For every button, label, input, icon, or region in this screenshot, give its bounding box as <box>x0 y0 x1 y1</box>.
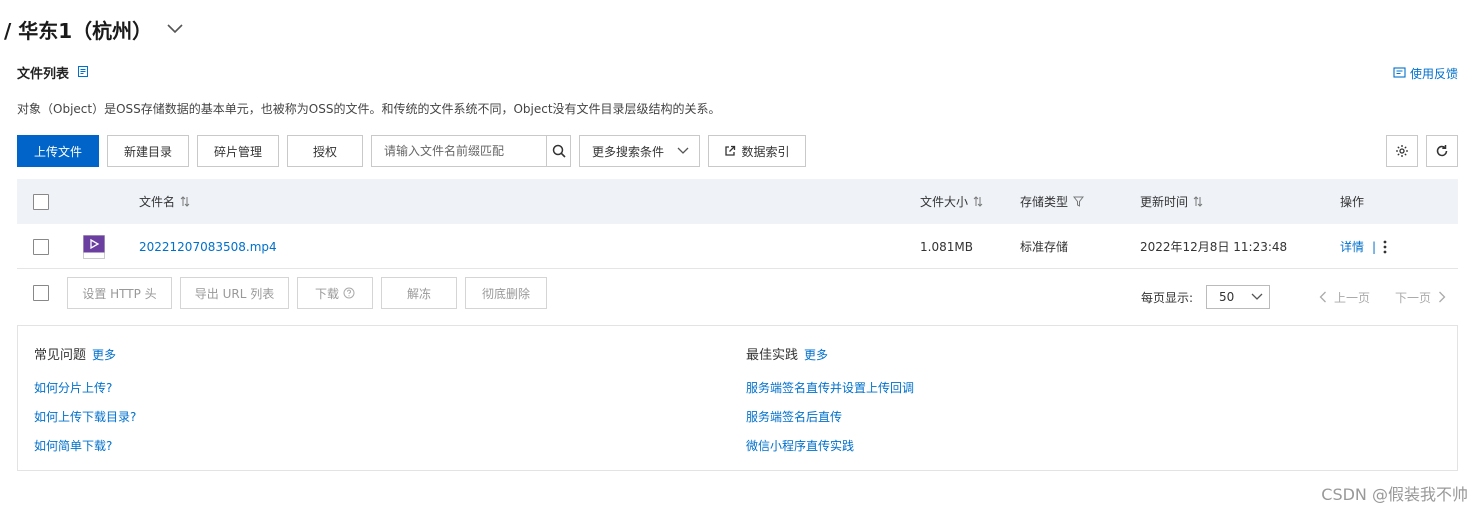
video-file-icon <box>83 234 105 259</box>
best-practice-heading: 最佳实践 更多 <box>746 344 828 363</box>
download-button[interactable]: 下载 <box>297 277 373 309</box>
refresh-button[interactable] <box>1426 135 1458 167</box>
bulk-select-checkbox-wrap <box>33 285 49 301</box>
chevron-down-icon <box>1251 293 1263 300</box>
select-all-checkbox-cell <box>33 179 49 224</box>
select-all-checkbox[interactable] <box>33 193 49 210</box>
region-title-text: / 华东1（杭州） <box>4 18 153 43</box>
best-practice-link[interactable]: 服务端签名后直传 <box>746 408 842 425</box>
row-checkbox[interactable] <box>33 238 49 255</box>
region-title[interactable]: / 华东1（杭州） <box>4 14 184 44</box>
sort-icon[interactable] <box>973 196 983 207</box>
search-input[interactable] <box>372 136 546 166</box>
faq-link[interactable]: 如何上传下载目录? <box>34 408 136 425</box>
action-separator: | <box>1372 239 1377 254</box>
actions-cell: 详情 | <box>1340 224 1388 269</box>
file-table: 文件名 文件大小 存储类型 更新时间 操作 20221207083508.mp4… <box>17 179 1458 269</box>
storage-type-cell: 标准存储 <box>1020 240 1069 254</box>
chevron-down-icon <box>677 147 689 154</box>
export-url-list-button[interactable]: 导出 URL 列表 <box>180 277 289 309</box>
column-actions-label: 操作 <box>1340 195 1365 209</box>
feedback-label: 使用反馈 <box>1409 66 1458 81</box>
filter-icon[interactable] <box>1073 196 1085 207</box>
page-size-label: 每页显示: <box>1141 290 1194 305</box>
best-practice-title: 最佳实践 <box>746 348 799 363</box>
file-name-link[interactable]: 20221207083508.mp4 <box>139 240 277 254</box>
file-list-heading: 文件列表 <box>17 62 91 82</box>
more-search-dropdown[interactable]: 更多搜索条件 <box>579 135 700 167</box>
row-checkbox-cell <box>33 224 49 269</box>
feedback-icon <box>1393 66 1406 80</box>
help-icon <box>343 287 355 299</box>
file-size-cell: 1.081MB <box>920 239 973 254</box>
column-header-name[interactable]: 文件名 <box>139 179 190 224</box>
best-practice-link[interactable]: 服务端签名直传并设置上传回调 <box>746 379 914 396</box>
detail-link[interactable]: 详情 <box>1340 238 1364 255</box>
page-size-select[interactable]: 50 <box>1206 285 1270 309</box>
search-button[interactable] <box>546 136 570 166</box>
column-header-updated[interactable]: 更新时间 <box>1140 179 1203 224</box>
best-practice-more-link[interactable]: 更多 <box>804 348 828 362</box>
faq-title: 常见问题 <box>34 348 87 363</box>
chevron-right-icon <box>1439 291 1446 303</box>
more-search-label: 更多搜索条件 <box>592 144 665 159</box>
watermark: CSDN @假装我不帅 <box>1321 485 1468 504</box>
page-size-value: 50 <box>1219 290 1235 304</box>
faq-more-link[interactable]: 更多 <box>92 348 116 362</box>
bulk-select-checkbox[interactable] <box>33 285 49 301</box>
best-practice-link[interactable]: 微信小程序直传实践 <box>746 437 854 454</box>
column-updated-label: 更新时间 <box>1140 195 1189 209</box>
upload-file-button[interactable]: 上传文件 <box>17 135 99 167</box>
external-link-icon <box>725 145 736 156</box>
feedback-link[interactable]: 使用反馈 <box>1393 64 1458 82</box>
data-index-button[interactable]: 数据索引 <box>708 135 806 167</box>
column-header-actions: 操作 <box>1340 179 1364 224</box>
prev-page-label: 上一页 <box>1334 290 1371 305</box>
help-panel: 常见问题 更多 如何分片上传? 如何上传下载目录? 如何简单下载? 最佳实践 更多 … <box>17 325 1458 471</box>
sort-icon[interactable] <box>180 196 190 207</box>
settings-button[interactable] <box>1386 135 1418 167</box>
table-row[interactable]: 20221207083508.mp4 1.081MB 标准存储 2022年12月… <box>17 224 1458 269</box>
authorize-button[interactable]: 授权 <box>287 135 363 167</box>
fragment-management-button[interactable]: 碎片管理 <box>197 135 279 167</box>
next-page-button[interactable]: 下一页 <box>1395 277 1446 317</box>
faq-heading: 常见问题 更多 <box>34 344 116 363</box>
unfreeze-button[interactable]: 解冻 <box>381 277 457 309</box>
file-list-title: 文件列表 <box>17 66 70 82</box>
refresh-icon <box>1436 145 1448 157</box>
column-size-label: 文件大小 <box>920 195 969 209</box>
column-header-size[interactable]: 文件大小 <box>920 179 983 224</box>
sort-icon[interactable] <box>1193 196 1203 207</box>
prev-page-button[interactable]: 上一页 <box>1319 277 1370 317</box>
column-name-label: 文件名 <box>139 195 176 209</box>
gear-icon <box>1396 145 1408 157</box>
document-icon[interactable] <box>77 65 91 79</box>
bulk-action-bar: 设置 HTTP 头 导出 URL 列表 下载 解冻 彻底删除 每页显示: 50 … <box>17 277 1458 309</box>
chevron-left-icon <box>1319 291 1326 303</box>
next-page-label: 下一页 <box>1395 290 1432 305</box>
data-index-label: 数据索引 <box>741 144 790 159</box>
file-type-icon-cell <box>83 224 105 269</box>
file-list-description: 对象（Object）是OSS存储数据的基本单元，也被称为OSS的文件。和传统的文… <box>17 102 721 116</box>
chevron-down-icon[interactable] <box>166 20 184 38</box>
set-http-header-button[interactable]: 设置 HTTP 头 <box>67 277 172 309</box>
column-storage-label: 存储类型 <box>1020 195 1069 209</box>
permanent-delete-button[interactable]: 彻底删除 <box>465 277 547 309</box>
download-label: 下载 <box>314 286 339 301</box>
more-actions-icon[interactable] <box>1382 240 1388 254</box>
faq-link[interactable]: 如何分片上传? <box>34 379 112 396</box>
search-box <box>371 135 571 167</box>
faq-link[interactable]: 如何简单下载? <box>34 437 112 454</box>
toolbar: 上传文件 新建目录 碎片管理 授权 更多搜索条件 数据索引 <box>17 135 1458 167</box>
new-directory-button[interactable]: 新建目录 <box>107 135 189 167</box>
table-header: 文件名 文件大小 存储类型 更新时间 操作 <box>17 179 1458 224</box>
column-header-storage[interactable]: 存储类型 <box>1020 179 1085 224</box>
updated-time-cell: 2022年12月8日 11:23:48 <box>1140 240 1288 254</box>
search-icon <box>552 144 566 158</box>
file-name-cell: 20221207083508.mp4 <box>139 224 277 269</box>
